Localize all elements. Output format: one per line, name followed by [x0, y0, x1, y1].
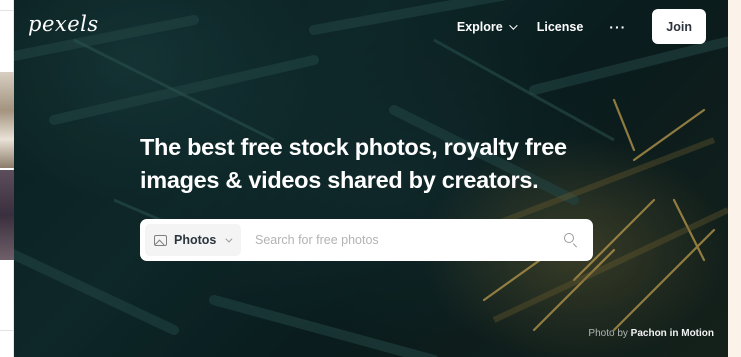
search-icon[interactable] — [563, 232, 579, 248]
image-icon — [154, 234, 167, 246]
hero-section: pexels Explore License ··· Join The best… — [14, 0, 728, 357]
search-lens — [564, 233, 574, 243]
explore-label: Explore — [456, 19, 503, 34]
more-icon[interactable]: ··· — [609, 19, 626, 35]
join-button[interactable]: Join — [652, 9, 706, 44]
credit-author-link[interactable]: Pachon in Motion — [631, 328, 714, 339]
background-page-right-strip — [728, 0, 741, 357]
thumbnail-image[interactable] — [0, 170, 14, 260]
top-nav: Explore License ··· Join — [457, 9, 706, 44]
chevron-down-icon — [508, 20, 518, 30]
photo-credit: Photo by Pachon in Motion — [588, 328, 714, 339]
search-handle — [572, 243, 578, 248]
hero-headline: The best free stock photos, royalty free… — [140, 131, 610, 197]
headline-line-1: The best free stock photos, royalty free — [140, 134, 567, 160]
credit-prefix: Photo by — [588, 328, 628, 339]
media-type-label: Photos — [174, 233, 217, 247]
divider — [0, 10, 14, 11]
license-link[interactable]: License — [537, 20, 584, 34]
background-page-left-strip — [0, 0, 14, 357]
headline-line-2: images & videos shared by creators. — [140, 167, 539, 193]
explore-menu[interactable]: Explore — [456, 19, 518, 34]
search-bar: Photos — [140, 219, 593, 261]
divider — [0, 330, 14, 331]
chevron-down-icon — [225, 235, 233, 243]
pexels-logo[interactable]: pexels — [28, 12, 99, 36]
thumbnail-image[interactable] — [0, 72, 14, 168]
search-input[interactable] — [255, 233, 563, 247]
media-type-dropdown[interactable]: Photos — [145, 224, 241, 256]
